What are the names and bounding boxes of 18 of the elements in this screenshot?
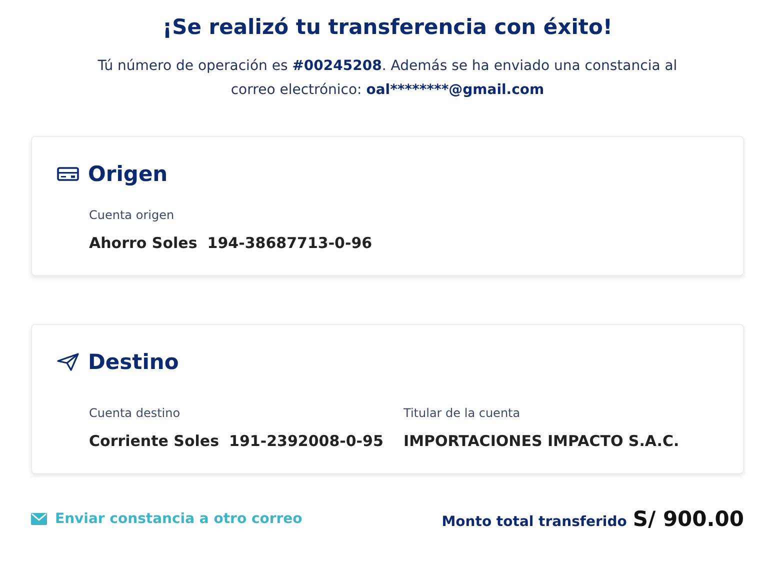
success-title: ¡Se realizó tu transferencia con éxito! bbox=[162, 14, 614, 41]
field-label: Cuenta origen bbox=[89, 207, 174, 224]
send-receipt-link[interactable]: Enviar constancia a otro correo bbox=[31, 508, 302, 530]
total-label: Monto total transferido bbox=[442, 512, 627, 532]
account-number: 194-38687713-0-96 bbox=[207, 233, 372, 254]
confirmation-message: Tú número de operación es #00245208. Además se ha enviado una constancia al correo electrónico: oal********@gmail.com bbox=[96, 56, 678, 100]
paper-plane-icon bbox=[57, 353, 79, 372]
section-title: Origen bbox=[88, 160, 168, 188]
total-amount: S/ 900.00 bbox=[632, 506, 744, 532]
field-label: Titular de la cuenta bbox=[404, 405, 520, 422]
field-label: Cuenta destino bbox=[89, 405, 180, 422]
account-type: Corriente Soles bbox=[89, 431, 220, 452]
envelope-icon bbox=[31, 513, 47, 526]
section-title: Destino bbox=[88, 348, 179, 376]
credit-card-icon bbox=[57, 167, 79, 182]
account-type: Ahorro Soles bbox=[89, 233, 198, 254]
field-value: IMPORTACIONES IMPACTO S.A.C. bbox=[404, 431, 680, 452]
account-number: 191-2392008-0-95 bbox=[229, 431, 384, 452]
